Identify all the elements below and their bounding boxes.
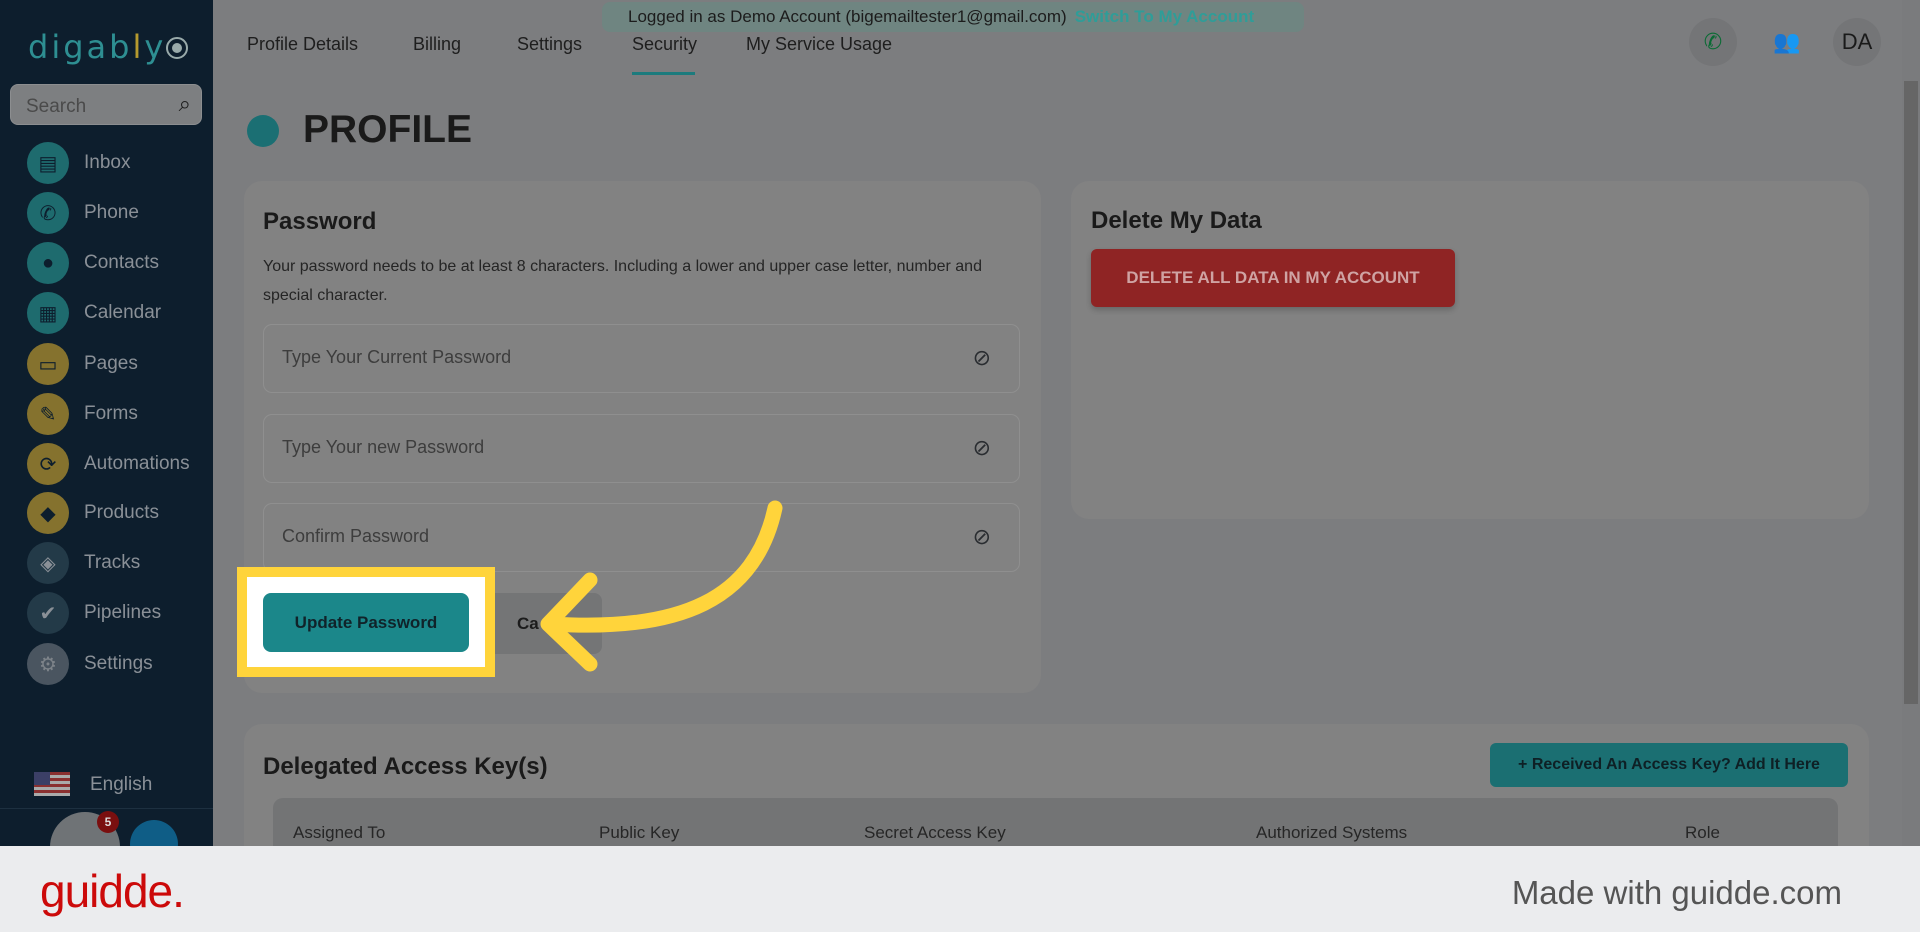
column-header: Public Key [599,823,680,842]
delete-title: Delete My Data [1091,207,1262,234]
column-header: Assigned To [293,823,386,842]
add-access-key-button[interactable]: + Received An Access Key? Add It Here [1490,743,1848,787]
scrollbar-thumb[interactable] [1904,81,1918,704]
delete-all-data-button[interactable]: DELETE ALL DATA IN MY ACCOUNT [1091,249,1455,307]
column-header: Secret Access Key [864,823,1006,842]
made-with-text: Made with guidde.com [1511,874,1842,911]
delegated-title: Delegated Access Key(s) [263,753,548,780]
footer: guidde. Made with guidde.com [0,846,1920,932]
column-header: Authorized Systems [1256,823,1408,842]
guidde-logo: guidde. [40,865,185,917]
column-header: Role [1685,823,1720,842]
